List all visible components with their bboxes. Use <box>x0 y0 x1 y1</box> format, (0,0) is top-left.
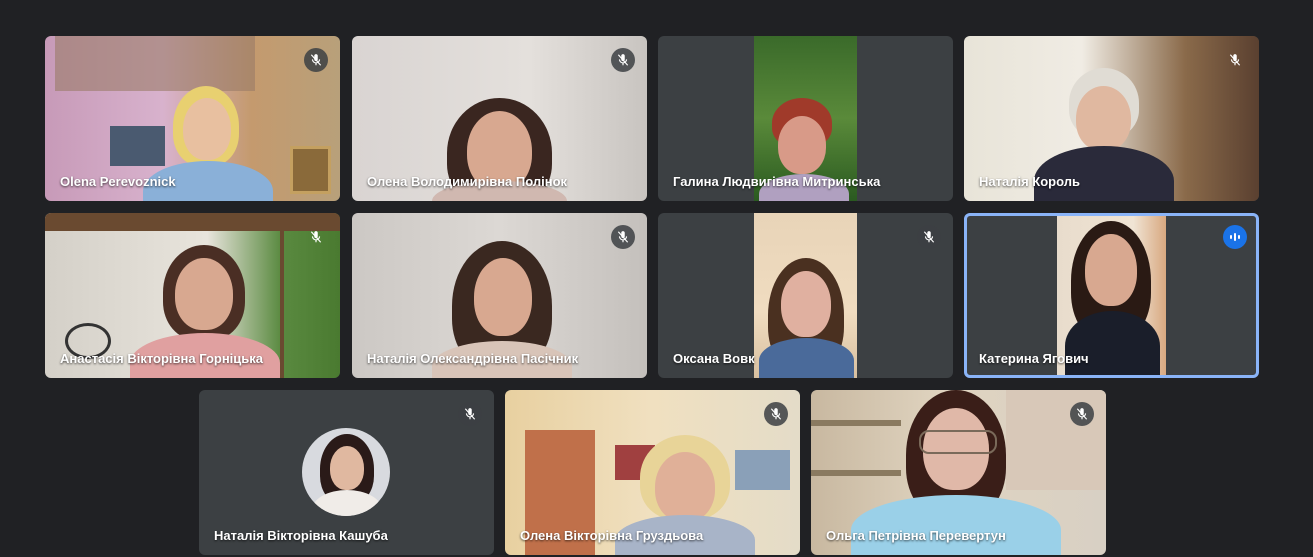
participant-name: Оксана Вовк <box>673 351 755 366</box>
participant-name: Наталія Олександрівна Пасічник <box>367 351 579 366</box>
speaking-indicator-icon <box>1223 225 1247 249</box>
participant-tile-olha-perevertun[interactable]: Ольга Петрівна Перевертун <box>811 390 1106 555</box>
participant-tile-nataliia-kashuba[interactable]: Наталія Вікторівна Кашуба <box>199 390 494 555</box>
participant-name: Olena Perevoznick <box>60 174 176 189</box>
participant-avatar <box>302 428 390 516</box>
participant-tile-nataliia-korol[interactable]: Наталія Король <box>964 36 1259 201</box>
participant-tile-olena-hruzdova[interactable]: Олена Вікторівна Груздьова <box>505 390 800 555</box>
participant-name: Галина Людвигівна Митринська <box>673 174 881 189</box>
participant-name: Ольга Петрівна Перевертун <box>826 528 1006 543</box>
participant-video <box>754 213 857 378</box>
participant-tile-oksana-vovk[interactable]: Оксана Вовк <box>658 213 953 378</box>
participant-name: Катерина Ягович <box>979 351 1089 366</box>
muted-mic-icon <box>458 402 482 426</box>
muted-mic-icon <box>1223 48 1247 72</box>
muted-mic-icon <box>1070 402 1094 426</box>
muted-mic-icon <box>611 225 635 249</box>
muted-mic-icon <box>304 225 328 249</box>
participant-tile-kateryna-yahovych[interactable]: Катерина Ягович <box>964 213 1259 378</box>
muted-mic-icon <box>917 225 941 249</box>
participant-tile-anastasiia-hornitska[interactable]: Анастасія Вікторівна Горніцька <box>45 213 340 378</box>
participant-tile-halyna-mytrynska[interactable]: Галина Людвигівна Митринська <box>658 36 953 201</box>
participant-tile-olena-perevoznick[interactable]: Olena Perevoznick <box>45 36 340 201</box>
participant-name: Олена Володимирівна Полінок <box>367 174 568 189</box>
muted-mic-icon <box>304 48 328 72</box>
muted-mic-icon <box>764 402 788 426</box>
participant-tile-nataliia-pasichnyk[interactable]: Наталія Олександрівна Пасічник <box>352 213 647 378</box>
participant-name: Наталія Вікторівна Кашуба <box>214 528 388 543</box>
muted-mic-icon <box>611 48 635 72</box>
participant-name: Олена Вікторівна Груздьова <box>520 528 704 543</box>
participant-name: Анастасія Вікторівна Горніцька <box>60 351 264 366</box>
participant-tile-olena-polinok[interactable]: Олена Володимирівна Полінок <box>352 36 647 201</box>
participant-name: Наталія Король <box>979 174 1080 189</box>
